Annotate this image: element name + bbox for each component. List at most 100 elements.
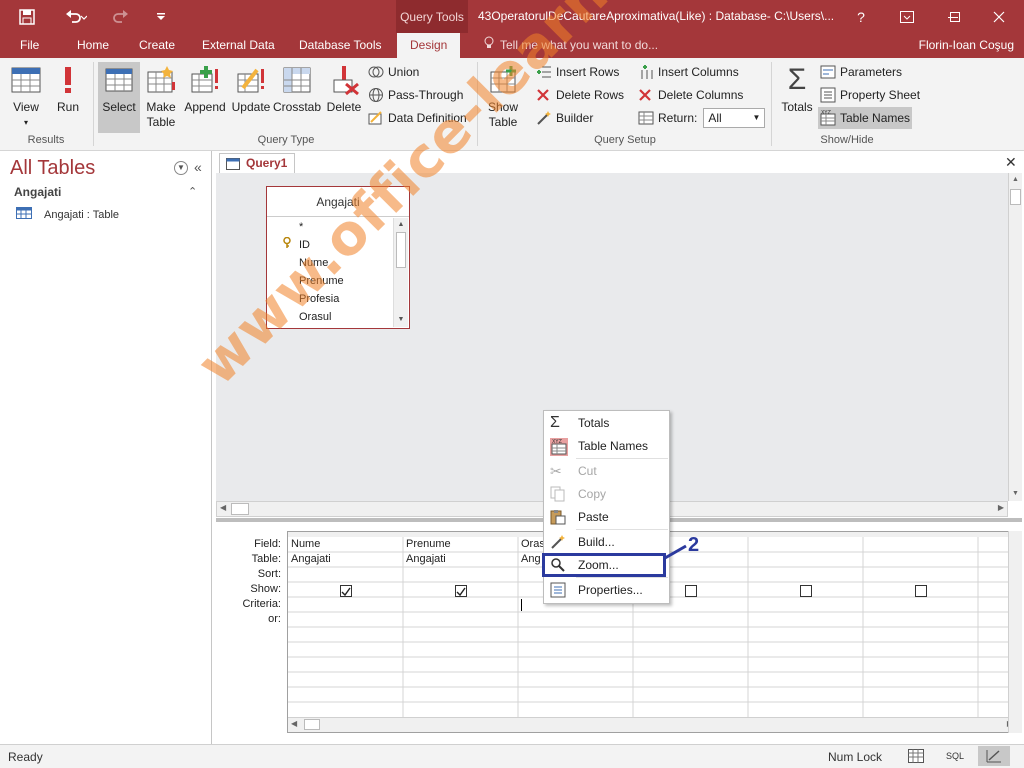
nav-menu-icon[interactable]: ▼	[174, 161, 188, 175]
show-checkbox-2[interactable]	[455, 585, 467, 597]
delete-columns-icon	[638, 87, 654, 103]
select-query-button[interactable]: Select	[98, 62, 140, 133]
append-button[interactable]: Append	[182, 62, 228, 132]
document-tab-query1[interactable]: Query1	[219, 153, 295, 173]
scroll-thumb[interactable]	[231, 503, 249, 515]
tab-home[interactable]: Home	[77, 33, 109, 58]
scroll-thumb[interactable]	[1010, 189, 1021, 205]
delete-query-button[interactable]: Delete	[325, 62, 363, 132]
parameters-button[interactable]: Parameters	[820, 62, 902, 82]
field-prenume[interactable]: Prenume	[299, 272, 344, 290]
row-label-sort: Sort:	[257, 568, 281, 580]
scroll-thumb[interactable]	[396, 232, 406, 268]
scroll-up-icon[interactable]: ▲	[394, 218, 408, 232]
union-button[interactable]: Union	[368, 62, 419, 82]
show-checkbox-4[interactable]	[685, 585, 697, 597]
help-button[interactable]: ?	[838, 0, 884, 33]
ribbon-display-icon[interactable]	[884, 0, 930, 33]
grid-field-2[interactable]: Prenume	[403, 537, 451, 552]
scroll-down-icon[interactable]: ▼	[394, 313, 408, 327]
field-list-angajati[interactable]: Angajati * ID Nume Prenume Profesia Oras…	[266, 186, 410, 329]
tab-external-data[interactable]: External Data	[202, 33, 275, 58]
return-value: All	[708, 111, 722, 125]
make-table-button[interactable]: Make Table	[142, 62, 180, 132]
menu-item-properties[interactable]: Properties...	[544, 579, 669, 601]
field-list-scrollbar[interactable]: ▲ ▼	[393, 218, 408, 327]
undo-icon[interactable]	[58, 0, 94, 33]
menu-item-copy[interactable]: Copy	[544, 483, 669, 505]
grid-horizontal-scrollbar[interactable]: ◀ ▶	[288, 717, 1016, 732]
crosstab-button[interactable]: Crosstab	[273, 62, 321, 132]
design-view-icon[interactable]	[978, 746, 1010, 766]
grid-vertical-scrollbar[interactable]	[1008, 531, 1022, 733]
scroll-down-icon[interactable]: ▼	[1009, 487, 1022, 501]
grid-field-1[interactable]: Nume	[288, 537, 320, 552]
show-checkbox-6[interactable]	[915, 585, 927, 597]
scroll-right-icon[interactable]: ▶	[998, 503, 1004, 512]
scroll-thumb[interactable]	[304, 719, 320, 730]
builder-button[interactable]: Builder	[536, 108, 593, 128]
group-results-label: Results	[27, 134, 65, 146]
totals-button[interactable]: Σ Totals	[778, 62, 816, 132]
delete-columns-button[interactable]: Delete Columns	[638, 85, 743, 105]
menu-label: Cut	[578, 464, 597, 478]
save-icon[interactable]	[14, 0, 40, 33]
show-table-button[interactable]: Show Table	[482, 62, 524, 132]
menu-item-cut[interactable]: ✂ Cut	[544, 460, 669, 482]
property-sheet-button[interactable]: Property Sheet	[820, 85, 920, 105]
field-orasul[interactable]: Orasul	[299, 308, 331, 326]
pass-through-button[interactable]: Pass-Through	[368, 85, 463, 105]
tab-file[interactable]: File	[20, 33, 39, 58]
show-checkbox-5[interactable]	[800, 585, 812, 597]
grid-table-3[interactable]: Ang	[518, 552, 541, 567]
field-list-title[interactable]: Angajati	[267, 187, 409, 217]
redo-icon[interactable]	[104, 0, 140, 33]
data-definition-button[interactable]: Data Definition	[368, 108, 467, 128]
union-label: Union	[388, 65, 420, 79]
maximize-icon[interactable]	[932, 0, 978, 33]
delete-rows-button[interactable]: Delete Rows	[536, 85, 624, 105]
field-id[interactable]: ID	[299, 236, 310, 254]
collapse-group-icon[interactable]: ⌃	[188, 185, 197, 198]
menu-item-totals[interactable]: Σ Totals	[544, 412, 669, 434]
tab-database-tools[interactable]: Database Tools	[299, 33, 382, 58]
tell-me-box[interactable]: Tell me what you want to do...	[484, 33, 658, 58]
datasheet-view-icon[interactable]	[908, 749, 924, 766]
view-button[interactable]: View ▾	[6, 62, 46, 132]
close-document-icon[interactable]: ✕	[1005, 154, 1017, 171]
insert-columns-button[interactable]: Insert Columns	[638, 62, 739, 82]
user-name[interactable]: Florin-Ioan Coşug	[919, 33, 1014, 58]
scroll-up-icon[interactable]: ▲	[1009, 173, 1022, 187]
menu-item-table-names[interactable]: XYZ Table Names	[544, 435, 669, 457]
menu-separator	[576, 529, 668, 530]
primary-key-icon	[282, 236, 292, 252]
field-nume[interactable]: Nume	[299, 254, 328, 272]
show-checkbox-1[interactable]	[340, 585, 352, 597]
grid-table-1[interactable]: Angajati	[288, 552, 331, 567]
tab-design[interactable]: Design	[397, 33, 461, 58]
field-profesia[interactable]: Profesia	[299, 290, 339, 308]
update-button[interactable]: Update	[230, 62, 272, 132]
grid-field-3[interactable]: Oras	[518, 537, 545, 552]
field-all[interactable]: *	[299, 218, 303, 236]
tab-create[interactable]: Create	[139, 33, 175, 58]
return-dropdown[interactable]: All ▼	[703, 108, 766, 128]
scroll-left-icon[interactable]: ◀	[220, 503, 226, 512]
run-button[interactable]: Run	[52, 62, 84, 132]
shutter-bar-icon[interactable]: «	[194, 159, 202, 175]
nav-item-angajati-table[interactable]: Angajati : Table	[16, 207, 119, 222]
menu-item-paste[interactable]: Paste	[544, 506, 669, 528]
grid-table-2[interactable]: Angajati	[403, 552, 446, 567]
insert-rows-button[interactable]: Insert Rows	[536, 62, 619, 82]
append-icon	[189, 64, 221, 96]
customize-qat-icon[interactable]	[148, 0, 174, 33]
datasheet-view-icon	[10, 64, 42, 96]
canvas-vertical-scrollbar[interactable]: ▲ ▼	[1008, 173, 1022, 501]
table-names-button[interactable]: XYZ Table Names	[818, 107, 913, 129]
scroll-left-icon[interactable]: ◀	[291, 719, 297, 728]
menu-item-build[interactable]: Build...	[544, 531, 669, 553]
nav-title[interactable]: All Tables	[10, 157, 95, 180]
close-icon[interactable]	[976, 0, 1022, 33]
nav-group-header[interactable]: Angajati	[14, 185, 61, 199]
sql-view-button[interactable]: SQL	[946, 751, 964, 761]
